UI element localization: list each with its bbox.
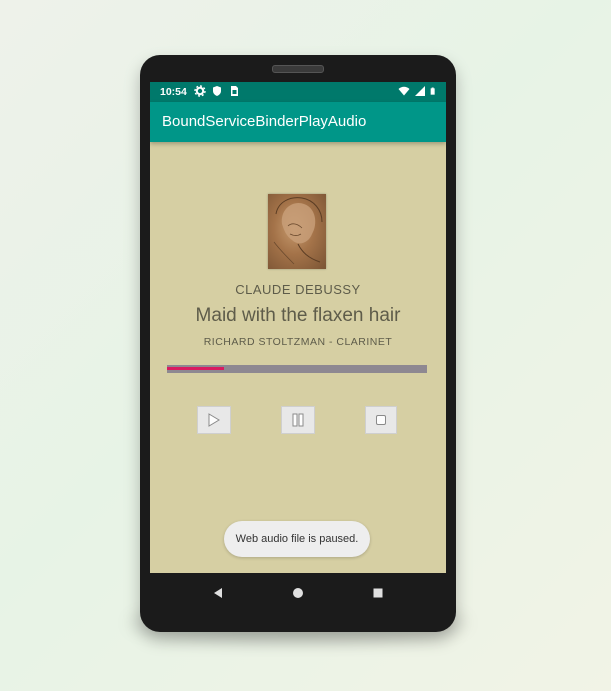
battery-icon [430, 87, 435, 95]
pause-button[interactable] [281, 406, 315, 434]
play-button[interactable] [197, 406, 231, 434]
performer-name: RICHARD STOLTZMAN - CLARINET [203, 336, 393, 348]
toast-text: Web audio file is paused. [235, 533, 359, 545]
stop-button[interactable] [365, 406, 397, 434]
album-art [268, 194, 326, 269]
progress-fill [167, 367, 225, 370]
back-button[interactable] [208, 583, 228, 603]
status-time: 10:54 [160, 86, 187, 98]
recents-button[interactable] [368, 583, 388, 603]
recents-icon [373, 588, 383, 598]
wifi-icon [398, 86, 410, 96]
signal-icon [415, 86, 425, 96]
app-title: BoundServiceBinderPlayAudio [162, 113, 367, 130]
navigation-bar [150, 573, 446, 613]
play-icon [208, 413, 220, 427]
shield-icon [213, 86, 221, 96]
song-title: Maid with the flaxen hair [195, 305, 401, 326]
portrait-artwork [273, 197, 323, 265]
gear-icon [194, 85, 206, 97]
phone-frame: 10:54 BoundServiceBinderPlayAudio CLAUDE… [140, 55, 456, 632]
app-bar: BoundServiceBinderPlayAudio [150, 102, 446, 142]
back-icon [214, 588, 222, 598]
progress-bar[interactable] [167, 365, 427, 373]
screen: 10:54 BoundServiceBinderPlayAudio CLAUDE… [150, 82, 446, 573]
home-button[interactable] [288, 583, 308, 603]
toast-message: Web audio file is paused. [224, 521, 370, 557]
composer-name: CLAUDE DEBUSSY [235, 282, 361, 297]
home-icon [293, 588, 303, 598]
pause-icon [292, 413, 304, 427]
phone-speaker [272, 65, 324, 73]
status-bar: 10:54 [150, 82, 446, 102]
sim-card-icon [231, 86, 238, 96]
stop-icon [376, 415, 386, 425]
